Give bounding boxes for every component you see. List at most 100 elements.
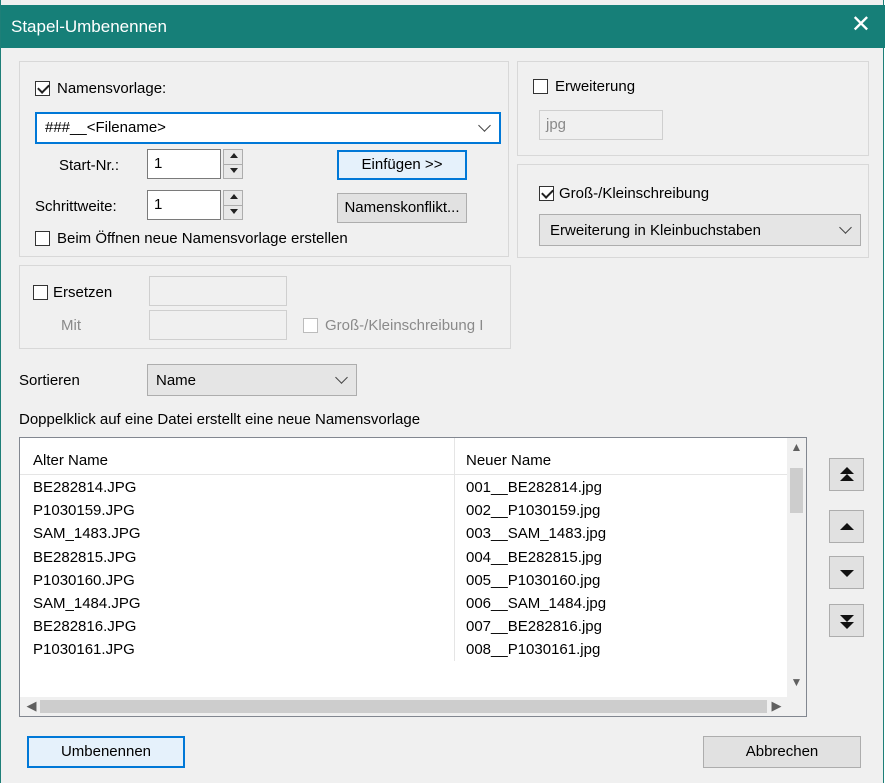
spin-up-button[interactable]	[224, 191, 242, 205]
double-arrow-down-icon	[840, 615, 854, 629]
chevron-down-icon[interactable]	[335, 371, 348, 384]
old-name-cell: P1030161.JPG	[33, 641, 135, 659]
list-item[interactable]: SAM_1483.JPG 003__SAM_1483.jpg	[20, 521, 788, 545]
replace-input[interactable]	[149, 276, 287, 306]
insert-button[interactable]: Einfügen >>	[337, 150, 467, 180]
replace-label: Ersetzen	[53, 284, 113, 301]
chevron-down-icon[interactable]	[839, 221, 852, 234]
template-combo[interactable]: ###__<Filename>	[35, 112, 501, 144]
arrow-down-icon	[230, 168, 238, 173]
new-name-cell: 002__P1030159.jpg	[466, 502, 601, 520]
arrow-down-icon	[230, 209, 238, 214]
list-item[interactable]: BE282816.JPG 007__BE282816.jpg	[20, 614, 788, 638]
column-divider	[454, 498, 455, 522]
column-divider	[454, 614, 455, 638]
scroll-down-icon[interactable]: ▼	[787, 675, 806, 695]
replace-checkbox[interactable]	[33, 285, 48, 300]
spin-down-button[interactable]	[224, 164, 242, 178]
title-bar: Stapel-Umbenennen ✕	[1, 5, 885, 48]
replace-case-checkbox[interactable]	[303, 318, 318, 333]
move-to-bottom-button[interactable]	[829, 604, 864, 637]
step-input[interactable]: 1	[147, 190, 221, 220]
name-conflict-button[interactable]: Namenskonflikt...	[337, 193, 467, 223]
new-name-cell: 007__BE282816.jpg	[466, 618, 602, 636]
sort-label: Sortieren	[19, 372, 80, 389]
sort-select[interactable]: Name	[147, 364, 357, 396]
scroll-up-icon[interactable]: ▲	[787, 440, 806, 460]
list-item[interactable]: P1030160.JPG 005__P1030160.jpg	[20, 567, 788, 591]
new-template-checkbox[interactable]	[35, 231, 50, 246]
column-new-name[interactable]: Neuer Name	[466, 452, 551, 469]
list-item[interactable]: P1030159.JPG 002__P1030159.jpg	[20, 498, 788, 522]
template-checkbox[interactable]	[35, 81, 50, 96]
step-value: 1	[154, 196, 163, 213]
arrow-up-icon	[230, 153, 238, 158]
window-title: Stapel-Umbenennen	[11, 17, 167, 36]
vertical-scroll-thumb[interactable]	[790, 468, 803, 513]
column-divider	[454, 637, 455, 661]
case-label: Groß-/Kleinschreibung	[559, 185, 710, 202]
case-checkbox[interactable]	[539, 186, 554, 201]
column-divider	[454, 475, 455, 499]
old-name-cell: P1030160.JPG	[33, 571, 135, 589]
old-name-cell: BE282816.JPG	[33, 618, 137, 636]
close-icon[interactable]: ✕	[851, 13, 871, 37]
cancel-button[interactable]: Abbrechen	[703, 736, 861, 768]
double-arrow-up-icon	[840, 467, 854, 481]
template-label: Namensvorlage:	[57, 80, 167, 97]
step-spinner[interactable]	[223, 190, 243, 220]
vertical-scrollbar[interactable]: ▲ ▼	[787, 438, 806, 697]
list-item[interactable]: BE282814.JPG 001__BE282814.jpg	[20, 475, 788, 499]
rename-button[interactable]: Umbenennen	[27, 736, 185, 768]
column-divider	[454, 567, 455, 591]
case-select-value: Erweiterung in Kleinbuchstaben	[550, 222, 761, 239]
start-number-spinner[interactable]	[223, 149, 243, 179]
old-name-cell: P1030159.JPG	[33, 502, 135, 520]
extension-label: Erweiterung	[555, 78, 636, 95]
template-value: ###__<Filename>	[45, 119, 166, 136]
extension-input[interactable]: jpg	[539, 110, 663, 140]
chevron-down-icon[interactable]	[478, 119, 491, 132]
column-old-name[interactable]: Alter Name	[33, 452, 108, 469]
scroll-left-icon[interactable]: ◀	[22, 698, 41, 715]
list-item[interactable]: SAM_1484.JPG 006__SAM_1484.jpg	[20, 590, 788, 615]
new-template-label: Beim Öffnen neue Namensvorlage erstellen	[57, 230, 348, 247]
with-label: Mit	[61, 317, 81, 334]
start-number-value: 1	[154, 155, 163, 172]
start-number-input[interactable]: 1	[147, 149, 221, 179]
spin-down-button[interactable]	[224, 205, 242, 219]
old-name-cell: BE282815.JPG	[33, 548, 137, 566]
batch-rename-dialog: Stapel-Umbenennen ✕ Namensvorlage: ###__…	[0, 0, 885, 783]
list-item[interactable]: P1030161.JPG 008__P1030161.jpg	[20, 637, 788, 661]
file-list[interactable]: Alter Name Neuer Name BE282814.JPG 001__B…	[19, 437, 807, 717]
arrow-up-icon	[840, 523, 854, 530]
column-divider[interactable]	[454, 438, 455, 474]
list-rows: BE282814.JPG 001__BE282814.jpg P1030159.JP…	[20, 475, 788, 661]
extension-group	[517, 61, 869, 156]
move-to-top-button[interactable]	[829, 458, 864, 491]
new-name-cell: 006__SAM_1484.jpg	[466, 594, 607, 612]
extension-checkbox[interactable]	[533, 79, 548, 94]
horizontal-scroll-thumb[interactable]	[40, 700, 767, 713]
horizontal-scrollbar[interactable]: ◀ ▶	[20, 697, 806, 716]
old-name-cell: SAM_1484.JPG	[33, 594, 141, 612]
right-edge	[884, 0, 892, 783]
move-down-button[interactable]	[829, 556, 864, 589]
new-name-cell: 003__SAM_1483.jpg	[466, 525, 607, 543]
old-name-cell: BE282814.JPG	[33, 479, 137, 496]
start-number-label: Start-Nr.:	[59, 157, 120, 174]
column-divider	[454, 544, 455, 568]
new-name-cell: 004__BE282815.jpg	[466, 548, 602, 566]
list-item[interactable]: BE282815.JPG 004__BE282815.jpg	[20, 544, 788, 568]
new-name-cell: 005__P1030160.jpg	[466, 571, 601, 589]
arrow-down-icon	[840, 570, 854, 577]
spin-up-button[interactable]	[224, 150, 242, 164]
scroll-right-icon[interactable]: ▶	[767, 698, 786, 715]
with-input[interactable]	[149, 310, 287, 340]
case-select[interactable]: Erweiterung in Kleinbuchstaben	[539, 214, 861, 246]
step-label: Schrittweite:	[35, 198, 117, 215]
column-divider	[454, 521, 455, 545]
replace-case-label: Groß-/Kleinschreibung I	[325, 317, 484, 334]
move-up-button[interactable]	[829, 510, 864, 543]
sort-select-value: Name	[156, 372, 197, 389]
